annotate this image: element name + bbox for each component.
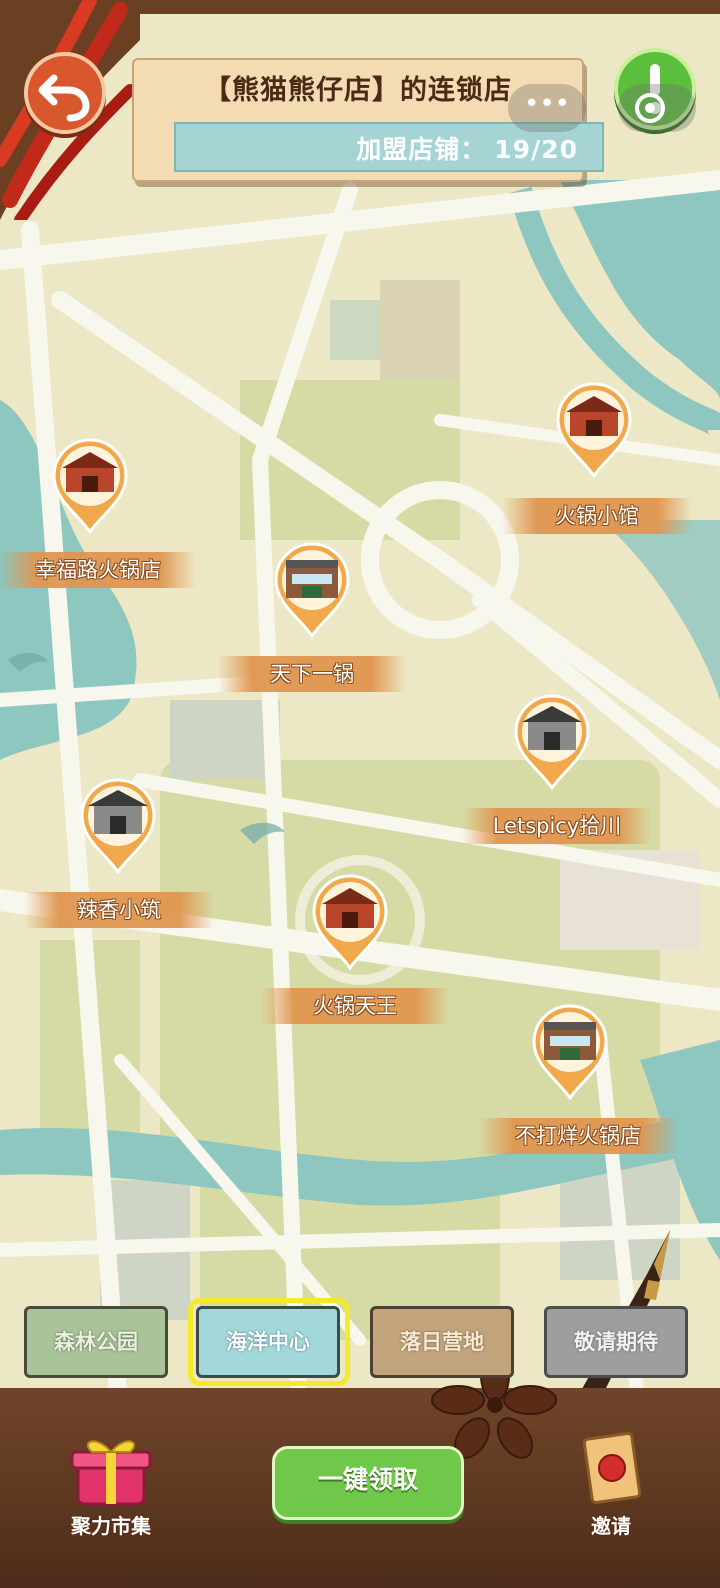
tab-ocean-center[interactable]: 海洋中心 (196, 1306, 340, 1378)
store-pin-6[interactable] (310, 874, 390, 971)
back-button[interactable] (24, 52, 106, 134)
store-building-icon (52, 438, 128, 535)
store-building-icon (312, 874, 388, 971)
invite-label: 邀请 (591, 1514, 631, 1538)
franchise-count: 加盟店铺： 19/20 (356, 130, 578, 166)
store-label-2: 天下一锅 (218, 656, 406, 692)
store-label-4: Letspicy拾川 (462, 808, 652, 844)
store-shopfront-icon (274, 542, 350, 639)
more-menu-button[interactable]: ••• (508, 84, 586, 132)
store-label-6: 火锅天王 (260, 988, 450, 1024)
store-label-5: 辣香小筑 (24, 892, 214, 928)
store-temple-icon (514, 694, 590, 791)
market-label: 聚力市集 (71, 1514, 151, 1538)
more-dots-icon: ••• (523, 89, 570, 119)
franchise-count-value: 19/20 (494, 135, 578, 164)
store-pin-7[interactable] (530, 1004, 610, 1101)
back-arrow-icon (38, 74, 90, 122)
gift-box-icon (70, 1440, 152, 1506)
store-pin-3[interactable] (554, 382, 634, 479)
target-icon (635, 93, 665, 123)
invitation-letter-icon (582, 1431, 642, 1505)
wood-strip-top (140, 0, 720, 14)
invite-button[interactable]: 邀请 (566, 1430, 656, 1540)
tab-forest-park[interactable]: 森林公园 (24, 1306, 168, 1378)
store-pin-2[interactable] (272, 542, 352, 639)
claim-all-button[interactable]: 一键领取 (272, 1446, 464, 1520)
store-building-icon (556, 382, 632, 479)
store-label-7: 不打烊火锅店 (478, 1118, 678, 1154)
close-capsule-button[interactable] (618, 84, 696, 132)
tab-coming-soon[interactable]: 敬请期待 (544, 1306, 688, 1378)
market-button[interactable]: 聚力市集 (56, 1430, 166, 1540)
store-label-3: 火锅小馆 (502, 498, 692, 534)
tab-sunset-camp[interactable]: 落日营地 (370, 1306, 514, 1378)
store-label-1: 幸福路火锅店 (0, 552, 196, 588)
store-pin-1[interactable] (50, 438, 130, 535)
store-temple-icon (80, 778, 156, 875)
franchise-label: 加盟店铺： (356, 135, 487, 164)
store-pin-5[interactable] (78, 778, 158, 875)
store-shopfront-icon (532, 1004, 608, 1101)
store-pin-4[interactable] (512, 694, 592, 791)
